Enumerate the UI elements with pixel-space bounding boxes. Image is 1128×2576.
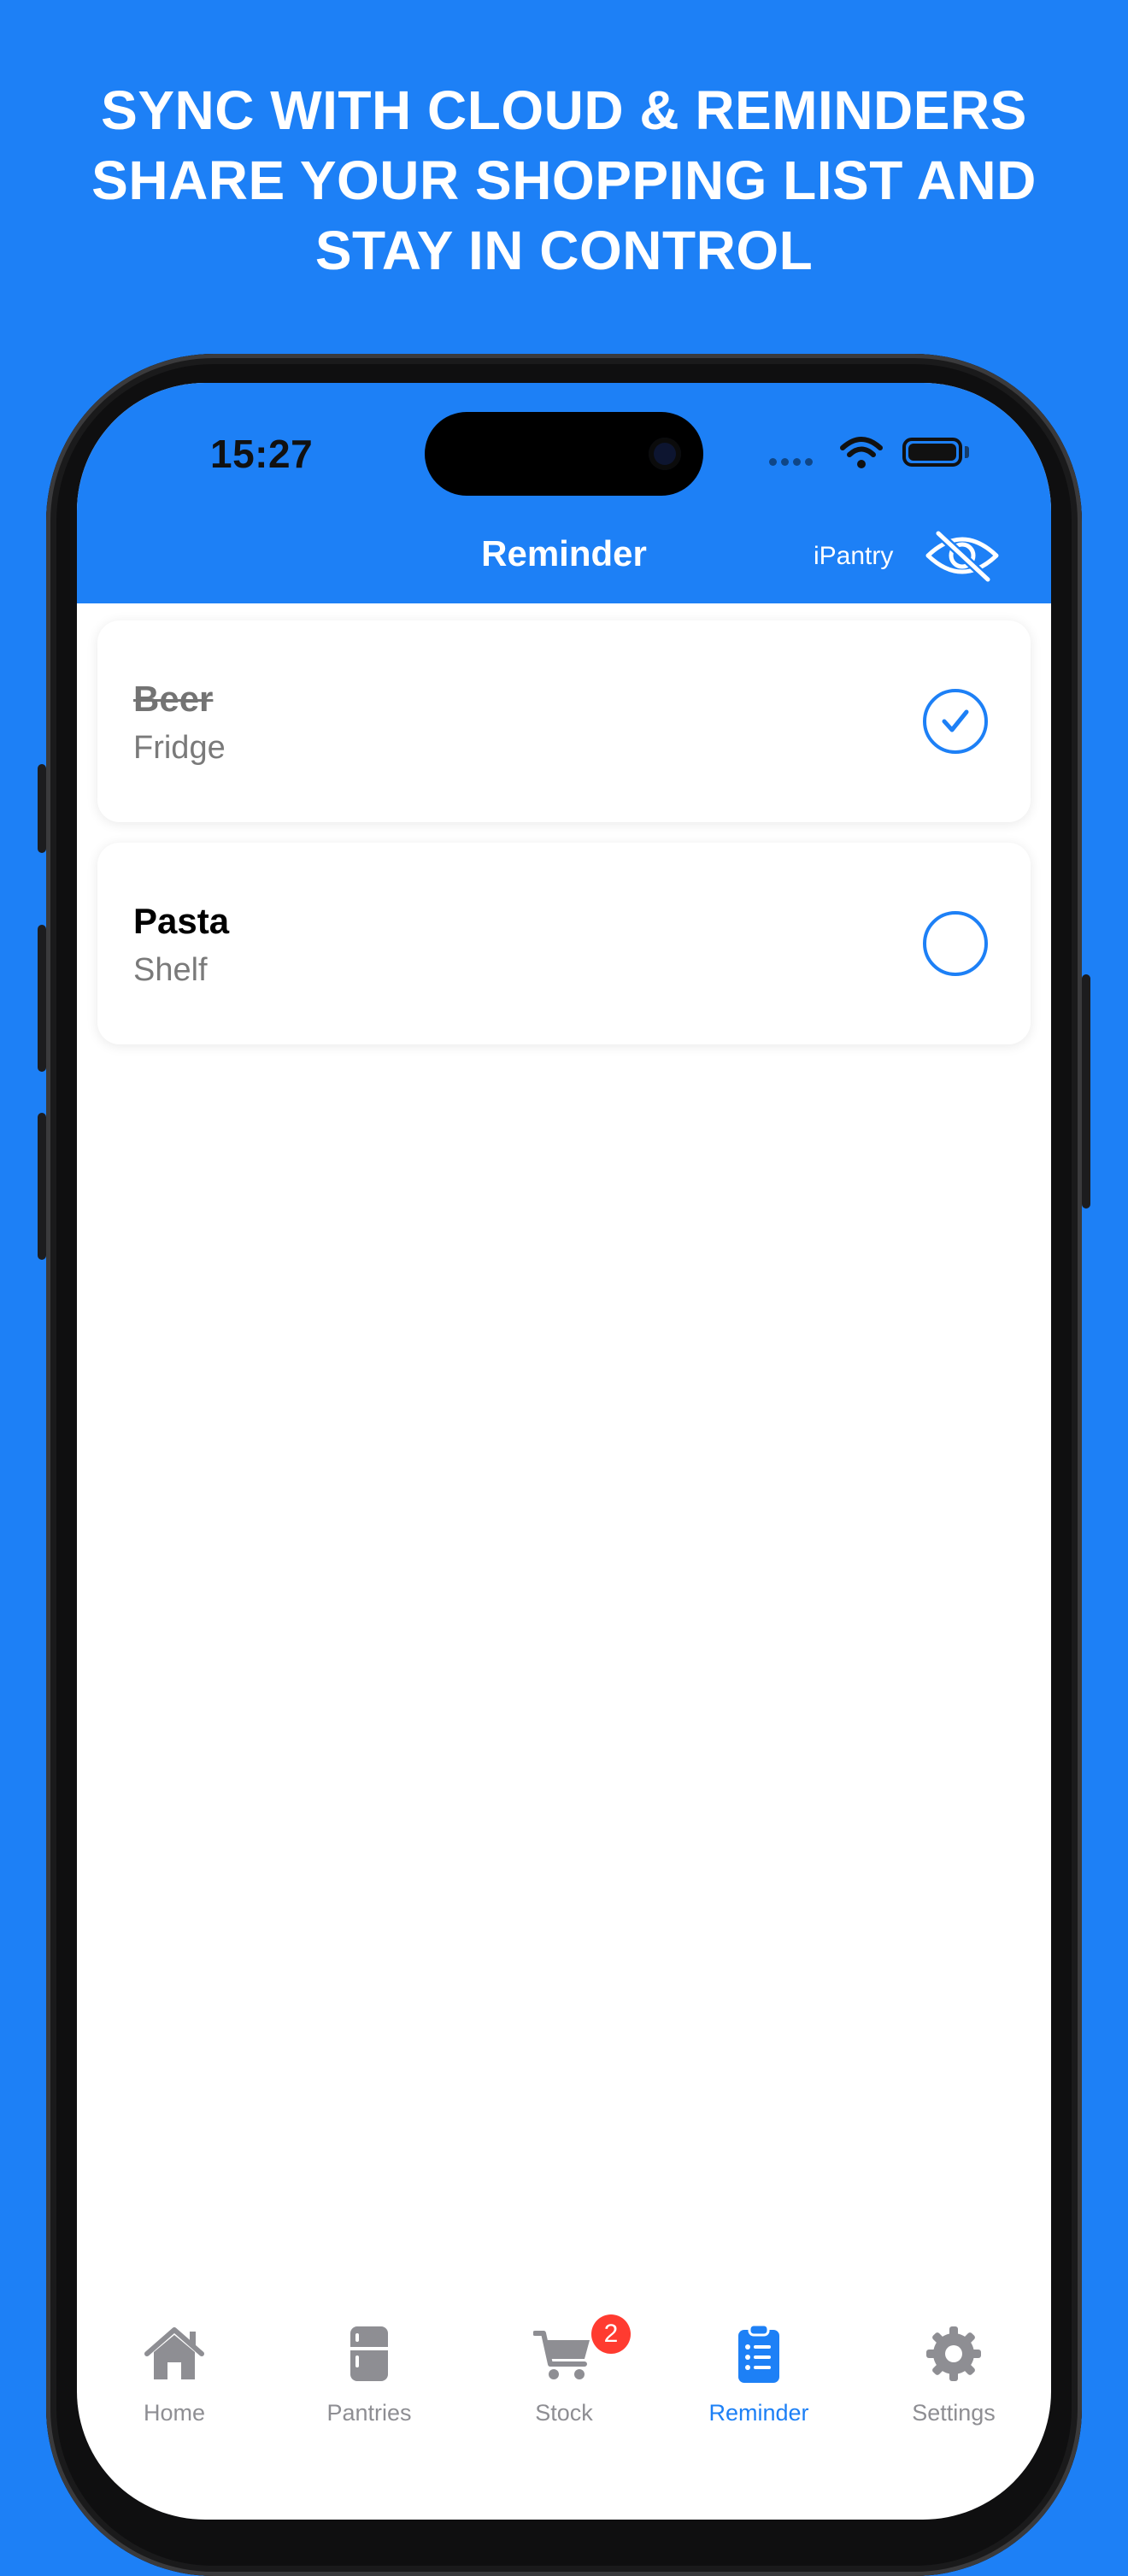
promo-headline: SYNC WITH CLOUD & REMINDERS SHARE YOUR S… <box>0 75 1128 285</box>
tab-pantries[interactable]: Pantries <box>272 2323 467 2434</box>
tab-label: Reminder <box>708 2400 809 2426</box>
battery-icon <box>902 438 962 467</box>
tab-reminder[interactable]: Reminder <box>661 2323 856 2434</box>
headline-line-1: SYNC WITH CLOUD & REMINDERS <box>101 79 1027 141</box>
headline-line-2: SHARE YOUR SHOPPING LIST AND <box>91 150 1037 211</box>
navigation-header: 15:27 Reminder iPantry <box>77 383 1051 603</box>
signal-dots-icon <box>769 455 820 466</box>
clipboard-list-icon <box>738 2323 779 2383</box>
camera-lens <box>649 438 681 470</box>
tab-settings[interactable]: Settings <box>856 2323 1051 2434</box>
action-button <box>38 764 46 853</box>
battery-tip <box>965 446 969 458</box>
tab-stock[interactable]: 2 Stock <box>467 2314 661 2434</box>
reminder-title: Pasta <box>133 901 230 941</box>
house-icon <box>144 2327 204 2379</box>
fridge-icon <box>350 2326 388 2381</box>
wifi-icon <box>840 437 883 468</box>
reminder-checkbox[interactable] <box>923 911 988 976</box>
tab-label: Home <box>143 2400 206 2426</box>
volume-up-button <box>38 925 46 1072</box>
tab-label: Settings <box>912 2400 996 2426</box>
gear-icon <box>926 2326 981 2381</box>
volume-down-button <box>38 1113 46 1260</box>
phone-screen: 15:27 Reminder iPantry Beer Fridge Pasta… <box>77 383 1051 2520</box>
page-title: Reminder <box>481 533 647 573</box>
reminder-location: Fridge <box>133 730 226 766</box>
dynamic-island <box>425 412 703 496</box>
reminder-checkbox[interactable] <box>923 689 988 754</box>
status-time: 15:27 <box>210 432 314 476</box>
reminder-location: Shelf <box>133 952 208 988</box>
reminder-title: Beer <box>133 679 214 719</box>
reminder-card[interactable]: Beer Fridge <box>97 620 1031 822</box>
brand-label: iPantry <box>814 542 894 570</box>
headline-line-3: STAY IN CONTROL <box>314 220 814 281</box>
power-button <box>1082 974 1090 1209</box>
reminder-card[interactable]: Pasta Shelf <box>97 843 1031 1044</box>
tab-label: Pantries <box>326 2400 412 2426</box>
tab-bar: Home Pantries 2 Stock Reminder Settings <box>77 2314 1051 2520</box>
cart-badge: 2 <box>591 2314 631 2354</box>
tab-label: Stock <box>535 2400 593 2426</box>
status-icons <box>769 434 991 472</box>
eye-slash-icon[interactable] <box>923 528 1002 583</box>
tab-home[interactable]: Home <box>77 2323 272 2434</box>
checkmark-icon <box>942 709 969 732</box>
cart-icon <box>533 2331 590 2379</box>
